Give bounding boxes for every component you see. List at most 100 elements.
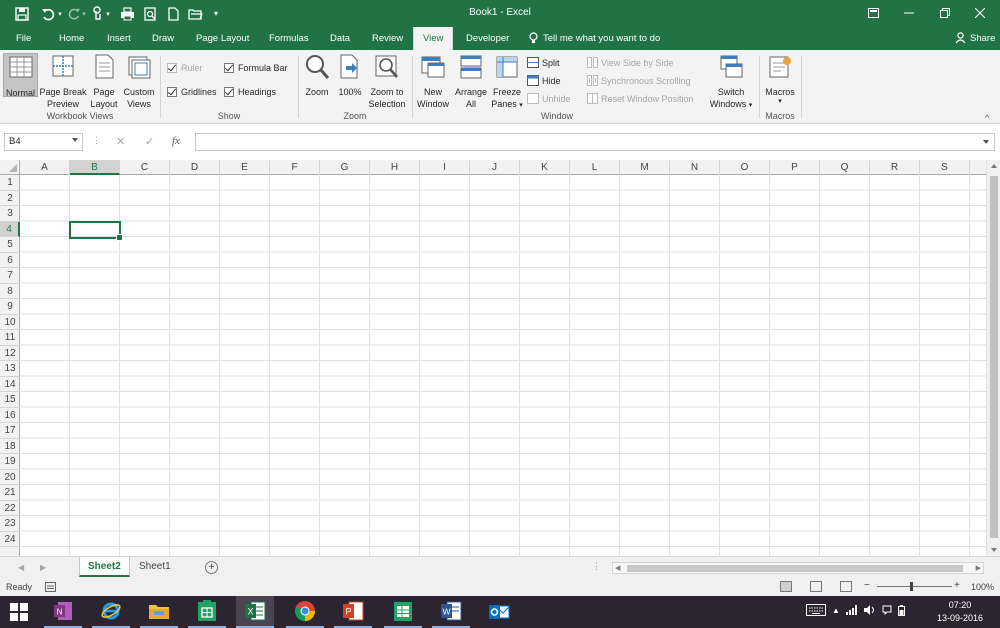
undo-dropdown-icon[interactable]: ▾ xyxy=(56,5,64,22)
tab-developer[interactable]: Developer xyxy=(466,31,509,50)
split-button[interactable]: Split xyxy=(527,57,560,68)
row-header-14[interactable]: 14 xyxy=(0,377,20,392)
tab-formulas[interactable]: Formulas xyxy=(269,31,309,50)
row-header-21[interactable]: 21 xyxy=(0,485,20,501)
keyboard-icon[interactable] xyxy=(806,604,826,616)
row-header-7[interactable]: 7 xyxy=(0,268,20,284)
column-header-f[interactable]: F xyxy=(270,160,320,175)
normal-view-status-icon[interactable] xyxy=(780,581,792,592)
tab-data[interactable]: Data xyxy=(330,31,350,50)
normal-view-button[interactable]: Normal xyxy=(3,53,38,98)
column-header-o[interactable]: O xyxy=(720,160,770,175)
row-header-12[interactable]: 12 xyxy=(0,346,20,361)
tab-insert[interactable]: Insert xyxy=(107,31,131,50)
undo-icon[interactable] xyxy=(38,5,58,22)
battery-icon[interactable] xyxy=(897,604,905,616)
worksheet-grid[interactable]: ABCDEFGHIJKLMNOPQRS 1 2 3 4 5 6 7 8 9 10 11 12 13 14 1… xyxy=(0,160,1000,556)
ribbon-display-options-icon[interactable] xyxy=(862,4,884,22)
column-header-s[interactable]: S xyxy=(920,160,970,175)
column-header-q[interactable]: Q xyxy=(820,160,870,175)
ruler-checkbox[interactable]: Ruler xyxy=(167,63,203,73)
row-header-11[interactable]: 11 xyxy=(0,330,20,346)
row-header-2[interactable]: 2 xyxy=(0,191,20,206)
horizontal-scrollbar[interactable]: ◀ ▶ xyxy=(612,562,984,574)
touch-dropdown-icon[interactable]: ▾ xyxy=(104,5,112,22)
file-explorer-icon[interactable] xyxy=(140,596,178,628)
row-header-5[interactable]: 5 xyxy=(0,237,20,253)
column-header-m[interactable]: M xyxy=(620,160,670,175)
column-header-h[interactable]: H xyxy=(370,160,420,175)
tab-view[interactable]: View xyxy=(413,27,454,51)
row-header-22[interactable]: 22 xyxy=(0,501,20,516)
zoom-100-button[interactable]: 100% xyxy=(335,53,365,98)
freeze-panes-button[interactable]: Freeze Panes ▾ xyxy=(490,53,524,112)
excel-taskbar-icon[interactable]: X xyxy=(236,596,274,628)
horizontal-scroll-thumb[interactable] xyxy=(627,565,963,572)
column-header-g[interactable]: G xyxy=(320,160,370,175)
name-box-dropdown-icon[interactable] xyxy=(72,138,78,142)
select-all-button[interactable] xyxy=(0,160,20,175)
network-icon[interactable] xyxy=(845,605,858,615)
column-header-j[interactable]: J xyxy=(470,160,520,175)
active-cell[interactable] xyxy=(69,221,123,241)
show-hidden-icons-icon[interactable]: ▲ xyxy=(832,606,840,615)
hide-button[interactable]: Hide xyxy=(527,75,561,86)
zoom-slider[interactable] xyxy=(877,582,952,591)
cancel-icon[interactable]: ✕ xyxy=(116,135,125,148)
zoom-slider-knob[interactable] xyxy=(910,582,913,591)
save-icon[interactable] xyxy=(12,5,32,22)
row-header-3[interactable]: 3 xyxy=(0,206,20,222)
row-header-8[interactable]: 8 xyxy=(0,284,20,299)
row-header-13[interactable]: 13 xyxy=(0,361,20,377)
vertical-scroll-thumb[interactable] xyxy=(990,176,998,538)
page-break-preview-button[interactable]: Page Break Preview xyxy=(39,53,87,110)
chrome-icon[interactable] xyxy=(286,596,324,628)
zoom-level[interactable]: 100% xyxy=(971,582,994,592)
tab-file[interactable]: File xyxy=(16,31,31,50)
row-header-20[interactable]: 20 xyxy=(0,470,20,485)
internet-explorer-icon[interactable] xyxy=(92,596,130,628)
onenote-icon[interactable]: N xyxy=(44,596,82,628)
row-header-6[interactable]: 6 xyxy=(0,253,20,268)
column-header-i[interactable]: I xyxy=(420,160,470,175)
reset-window-position-button[interactable]: Reset Window Position xyxy=(587,93,694,104)
zoom-in-icon[interactable]: + xyxy=(954,580,960,591)
redo-dropdown-icon[interactable]: ▾ xyxy=(80,5,88,22)
tab-draw[interactable]: Draw xyxy=(152,31,174,50)
page-layout-status-icon[interactable] xyxy=(810,581,822,592)
scroll-down-icon[interactable] xyxy=(991,548,997,552)
windows-start-icon[interactable] xyxy=(0,596,38,628)
volume-icon[interactable] xyxy=(863,605,876,615)
column-header-e[interactable]: E xyxy=(220,160,270,175)
sheet-tab-sheet1[interactable]: Sheet1 xyxy=(131,557,179,577)
column-header-b[interactable]: B xyxy=(70,160,120,175)
share-button[interactable]: Share xyxy=(955,32,995,44)
sheet-tab-sheet2[interactable]: Sheet2 xyxy=(79,557,130,577)
close-icon[interactable] xyxy=(969,4,991,22)
sheets-app-icon[interactable] xyxy=(188,596,226,628)
outlook-icon[interactable] xyxy=(480,596,518,628)
column-header-n[interactable]: N xyxy=(670,160,720,175)
row-header-18[interactable]: 18 xyxy=(0,439,20,454)
new-window-button[interactable]: New Window xyxy=(415,53,451,110)
print-icon[interactable] xyxy=(118,5,136,22)
row-header-17[interactable]: 17 xyxy=(0,423,20,439)
tab-split-handle[interactable]: ⋮ xyxy=(592,561,601,572)
add-sheet-icon[interactable]: + xyxy=(205,561,218,574)
minimize-icon[interactable] xyxy=(898,4,920,22)
page-layout-view-button[interactable]: Page Layout xyxy=(88,53,120,110)
collapse-ribbon-icon[interactable]: ^ xyxy=(985,113,989,123)
zoom-to-selection-button[interactable]: Zoom to Selection xyxy=(366,53,408,110)
row-header-19[interactable]: 19 xyxy=(0,454,20,470)
column-header-d[interactable]: D xyxy=(170,160,220,175)
tab-page-layout[interactable]: Page Layout xyxy=(196,31,249,50)
row-header-23[interactable]: 23 xyxy=(0,516,20,532)
cells-area[interactable] xyxy=(20,175,986,556)
page-break-status-icon[interactable] xyxy=(840,581,852,592)
column-header-r[interactable]: R xyxy=(870,160,920,175)
gridlines-checkbox[interactable]: Gridlines xyxy=(167,87,217,97)
row-header-4[interactable]: 4 xyxy=(0,221,20,237)
tab-home[interactable]: Home xyxy=(59,31,84,50)
macro-record-icon[interactable] xyxy=(45,582,56,592)
formula-input[interactable] xyxy=(195,133,995,151)
